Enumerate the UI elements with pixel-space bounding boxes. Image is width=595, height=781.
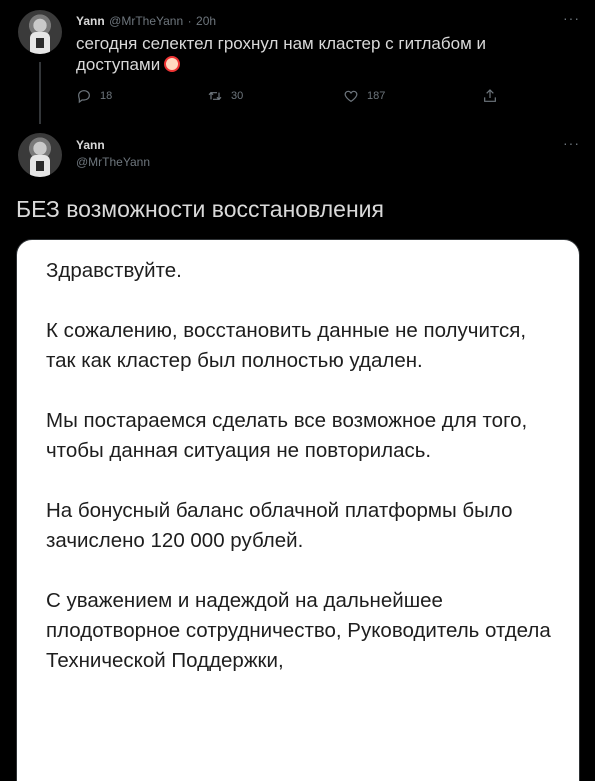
more-options-icon[interactable]: ··· — [563, 135, 580, 151]
message-paragraph: К сожалению, восстановить данные не полу… — [46, 319, 527, 372]
clown-face-icon — [164, 56, 181, 72]
tweet-time[interactable]: 20h — [196, 14, 216, 28]
author-name[interactable]: Yann — [76, 14, 105, 28]
tweet-second-header: Yann @MrTheYann ··· — [0, 128, 595, 188]
tweet-text: БЕЗ возможности восстановления — [16, 196, 384, 222]
separator-dot: · — [187, 14, 192, 28]
retweet-count: 30 — [231, 90, 244, 102]
share-button[interactable] — [482, 88, 498, 104]
share-icon — [484, 89, 496, 102]
support-message: Здравствуйте. К сожалению, восстановить … — [46, 256, 556, 676]
reply-count: 18 — [100, 90, 113, 102]
tweet-header: Yann @MrTheYann · 20h — [76, 12, 216, 30]
message-paragraph: Мы постараемся сделать все возможное для… — [46, 409, 528, 462]
tweet-text: сегодня селектел грохнул нам кластер с г… — [76, 33, 546, 75]
heart-icon — [344, 90, 358, 103]
more-options-icon[interactable]: ··· — [563, 10, 580, 26]
reply-icon — [78, 90, 90, 104]
author-handle[interactable]: @MrTheYann — [76, 155, 150, 169]
author-handle[interactable]: @MrTheYann — [109, 14, 183, 28]
author-name[interactable]: Yann — [76, 138, 150, 152]
avatar[interactable] — [18, 133, 62, 177]
author-block: Yann @MrTheYann — [76, 138, 150, 169]
like-button[interactable]: 187 — [343, 88, 385, 104]
message-paragraph: На бонусный баланс облачной платформы бы… — [46, 499, 513, 552]
reply-button[interactable]: 18 — [76, 88, 112, 104]
tweet-actions: 18 30 187 — [76, 88, 496, 108]
retweet-icon — [208, 91, 222, 101]
tweet-first[interactable]: Yann @MrTheYann · 20h ··· сегодня селект… — [0, 0, 595, 125]
retweet-button[interactable]: 30 — [207, 88, 243, 104]
tweet-text-content: сегодня селектел грохнул нам кластер с г… — [76, 34, 486, 74]
attached-image[interactable]: Здравствуйте. К сожалению, восстановить … — [16, 239, 580, 781]
message-paragraph: С уважением и надеждой на дальнейшее пло… — [46, 589, 551, 672]
like-count: 187 — [367, 90, 386, 102]
message-paragraph: Здравствуйте. — [46, 259, 182, 282]
avatar[interactable] — [18, 10, 62, 54]
tweet-thread: Yann @MrTheYann · 20h ··· сегодня селект… — [0, 0, 595, 781]
thread-connector-line — [39, 62, 41, 124]
